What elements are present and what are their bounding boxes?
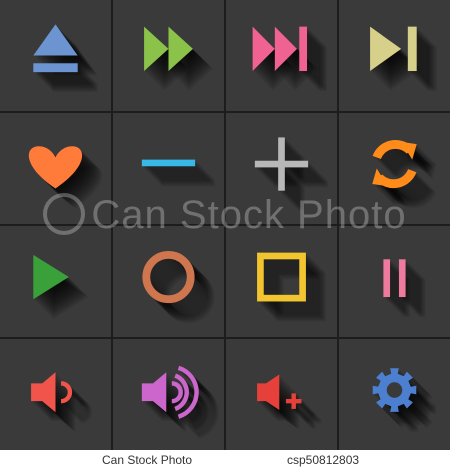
tile-fast-forward[interactable] (113, 0, 224, 111)
tile-play[interactable] (0, 226, 111, 337)
pause-icon (383, 259, 426, 318)
tile-plus[interactable] (226, 113, 337, 224)
tile-next-track[interactable] (339, 0, 450, 111)
eject-icon (33, 24, 98, 93)
tile-volume-up[interactable] (226, 339, 337, 450)
tile-pause[interactable] (339, 226, 450, 337)
tile-volume-low[interactable] (0, 339, 111, 450)
footer-credit: Can Stock Photo (102, 453, 193, 467)
icon-grid (0, 0, 450, 450)
tile-minus[interactable] (113, 113, 224, 224)
heart-icon (28, 146, 103, 209)
tile-heart[interactable] (0, 113, 111, 224)
skip-forward-icon (252, 26, 328, 92)
volume-up-icon (257, 374, 322, 431)
record-icon (142, 250, 215, 324)
tile-volume-high[interactable] (113, 339, 224, 450)
play-icon (33, 254, 89, 320)
footer-image-id: csp50812803 (287, 453, 360, 467)
stop-icon (257, 252, 326, 322)
tile-eject[interactable] (0, 0, 111, 111)
tile-skip-forward[interactable] (226, 0, 337, 111)
tile-stop[interactable] (226, 226, 337, 337)
tile-record[interactable] (113, 226, 224, 337)
plus-icon (254, 137, 329, 211)
refresh-icon (372, 140, 437, 209)
settings-gear-icon (372, 368, 437, 432)
volume-low-icon (31, 372, 93, 433)
next-track-icon (370, 26, 437, 92)
tile-refresh[interactable] (339, 113, 450, 224)
volume-high-icon (141, 365, 219, 439)
minus-icon (141, 159, 216, 187)
fast-forward-icon (144, 26, 213, 92)
tile-settings[interactable] (339, 339, 450, 450)
footer: Can Stock Photo csp50812803 (0, 450, 450, 470)
